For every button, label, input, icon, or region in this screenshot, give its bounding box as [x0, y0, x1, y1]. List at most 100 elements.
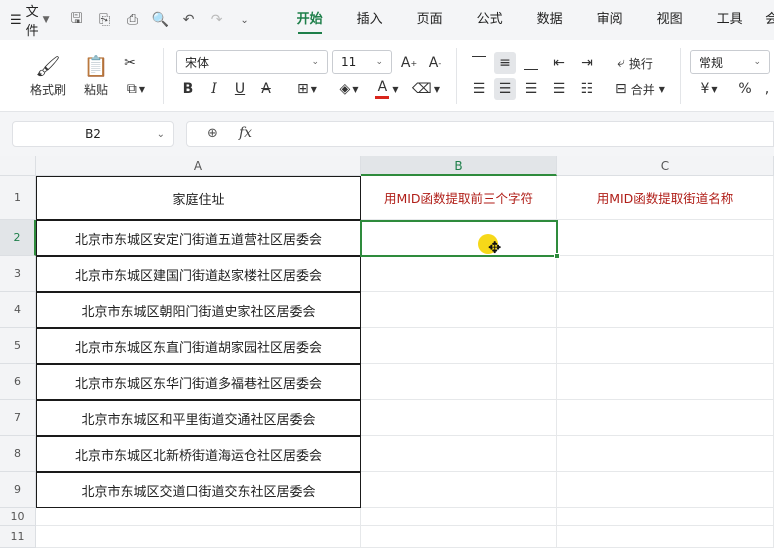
tab-member[interactable]: 会	[760, 0, 774, 40]
cell-c8[interactable]	[557, 436, 774, 472]
wrap-text-button[interactable]: ⤶ 换行	[608, 50, 662, 76]
format-painter-button[interactable]: 🖌 格式刷	[26, 50, 70, 102]
zoom-search-icon[interactable]: ⊕	[207, 126, 218, 141]
name-box[interactable]: B2 ⌄	[12, 121, 174, 147]
export-icon[interactable]: ⎘	[96, 12, 114, 28]
tab-view[interactable]: 视图	[640, 0, 700, 40]
cut-icon[interactable]: ✂	[118, 52, 142, 74]
align-top-icon[interactable]: ⎺	[468, 52, 490, 74]
borders-button[interactable]: ⊞ ▼	[292, 78, 322, 100]
cell-b11[interactable]	[361, 526, 557, 548]
row-header-11[interactable]: 11	[0, 526, 36, 548]
align-center-icon[interactable]: ☰	[494, 78, 516, 100]
row-header-1[interactable]: 1	[0, 176, 36, 220]
cell-c1[interactable]: 用MID函数提取街道名称	[557, 176, 774, 220]
customize-chevron-icon[interactable]: ⌄	[236, 15, 254, 26]
thousands-separator-icon[interactable]: ,	[760, 78, 774, 100]
cell-a11[interactable]	[36, 526, 361, 548]
print-icon[interactable]: ⎙	[124, 12, 142, 28]
cell-a7[interactable]: 北京市东城区和平里街道交通社区居委会	[36, 400, 361, 436]
paste-button[interactable]: 📋 粘贴	[76, 50, 116, 102]
cell-b1[interactable]: 用MID函数提取前三个字符	[361, 176, 557, 220]
cell-c11[interactable]	[557, 526, 774, 548]
tab-formula[interactable]: 公式	[460, 0, 520, 40]
increase-font-size-icon[interactable]: A +	[398, 52, 420, 74]
cell-a2[interactable]: 北京市东城区安定门街道五道营社区居委会	[36, 220, 361, 256]
cell-b7[interactable]	[361, 400, 557, 436]
cell-a9[interactable]: 北京市东城区交道口街道交东社区居委会	[36, 472, 361, 508]
cell-b8[interactable]	[361, 436, 557, 472]
cell-c9[interactable]	[557, 472, 774, 508]
cell-c5[interactable]	[557, 328, 774, 364]
italic-button[interactable]: I	[204, 78, 224, 100]
strikethrough-icon[interactable]: A	[256, 78, 276, 100]
fill-color-button[interactable]: ◈ ▼	[334, 78, 364, 100]
font-name-select[interactable]: 宋体 ⌄	[176, 50, 328, 74]
column-header-b[interactable]: B	[361, 156, 557, 176]
tab-tools[interactable]: 工具	[700, 0, 760, 40]
cell-b2[interactable]	[361, 220, 557, 256]
tab-review[interactable]: 审阅	[580, 0, 640, 40]
align-middle-icon[interactable]: ≡	[494, 52, 516, 74]
row-header-7[interactable]: 7	[0, 400, 36, 436]
column-header-a[interactable]: A	[36, 156, 361, 176]
tab-data[interactable]: 数据	[520, 0, 580, 40]
tab-insert[interactable]: 插入	[340, 0, 400, 40]
file-menu[interactable]: ☰ 文件 ▼	[10, 1, 50, 39]
row-header-5[interactable]: 5	[0, 328, 36, 364]
copy-button[interactable]: ⧉ ▼	[120, 78, 152, 100]
cell-a4[interactable]: 北京市东城区朝阳门街道史家社区居委会	[36, 292, 361, 328]
merge-button[interactable]: ⊟ 合并 ▼	[608, 76, 672, 102]
row-header-6[interactable]: 6	[0, 364, 36, 400]
undo-icon[interactable]: ↶	[180, 12, 198, 28]
column-header-c[interactable]: C	[557, 156, 774, 176]
clear-format-button[interactable]: ⌫ ▼	[410, 78, 442, 100]
align-bottom-icon[interactable]: ⎽	[520, 52, 542, 74]
currency-format-button[interactable]: ¥ ▼	[694, 78, 724, 100]
justify-icon[interactable]: ☰	[548, 78, 570, 100]
cell-c10[interactable]	[557, 508, 774, 526]
cell-b3[interactable]	[361, 256, 557, 292]
increase-indent-icon[interactable]: ⇥	[576, 52, 598, 74]
cell-a8[interactable]: 北京市东城区北新桥街道海运仓社区居委会	[36, 436, 361, 472]
distributed-align-icon[interactable]: ☷	[576, 78, 598, 100]
cell-a10[interactable]	[36, 508, 361, 526]
row-header-10[interactable]: 10	[0, 508, 36, 526]
underline-button[interactable]: U	[230, 78, 250, 100]
cell-c7[interactable]	[557, 400, 774, 436]
select-all-corner[interactable]	[0, 156, 36, 176]
tab-home[interactable]: 开始	[280, 0, 340, 40]
formula-input[interactable]: ⊕ fx	[186, 121, 774, 147]
row-header-9[interactable]: 9	[0, 472, 36, 508]
bold-button[interactable]: B	[178, 78, 198, 100]
cell-b10[interactable]	[361, 508, 557, 526]
font-color-button[interactable]: A ▼	[372, 76, 402, 102]
cell-a6[interactable]: 北京市东城区东华门街道多福巷社区居委会	[36, 364, 361, 400]
tab-page[interactable]: 页面	[400, 0, 460, 40]
cell-a1[interactable]: 家庭住址	[36, 176, 361, 220]
row-header-3[interactable]: 3	[0, 256, 36, 292]
decrease-font-size-icon[interactable]: A-	[424, 52, 446, 74]
cell-b4[interactable]	[361, 292, 557, 328]
row-header-4[interactable]: 4	[0, 292, 36, 328]
cell-c6[interactable]	[557, 364, 774, 400]
cell-a5[interactable]: 北京市东城区东直门街道胡家园社区居委会	[36, 328, 361, 364]
cell-b6[interactable]	[361, 364, 557, 400]
cell-c2[interactable]	[557, 220, 774, 256]
align-right-icon[interactable]: ☰	[520, 78, 542, 100]
align-left-icon[interactable]: ☰	[468, 78, 490, 100]
redo-icon[interactable]: ↷	[208, 12, 226, 28]
cell-c4[interactable]	[557, 292, 774, 328]
cell-c3[interactable]	[557, 256, 774, 292]
row-header-8[interactable]: 8	[0, 436, 36, 472]
decrease-indent-icon[interactable]: ⇤	[548, 52, 570, 74]
cell-b9[interactable]	[361, 472, 557, 508]
row-header-2[interactable]: 2	[0, 220, 36, 256]
number-format-select[interactable]: 常规 ⌄	[690, 50, 770, 74]
print-preview-icon[interactable]: 🔍	[152, 12, 170, 28]
insert-function-button[interactable]: fx	[239, 125, 252, 141]
cell-a3[interactable]: 北京市东城区建国门街道赵家楼社区居委会	[36, 256, 361, 292]
percent-format-button[interactable]: %	[734, 78, 756, 100]
save-icon[interactable]: 🖫	[68, 8, 86, 32]
font-size-select[interactable]: 11 ⌄	[332, 50, 392, 74]
